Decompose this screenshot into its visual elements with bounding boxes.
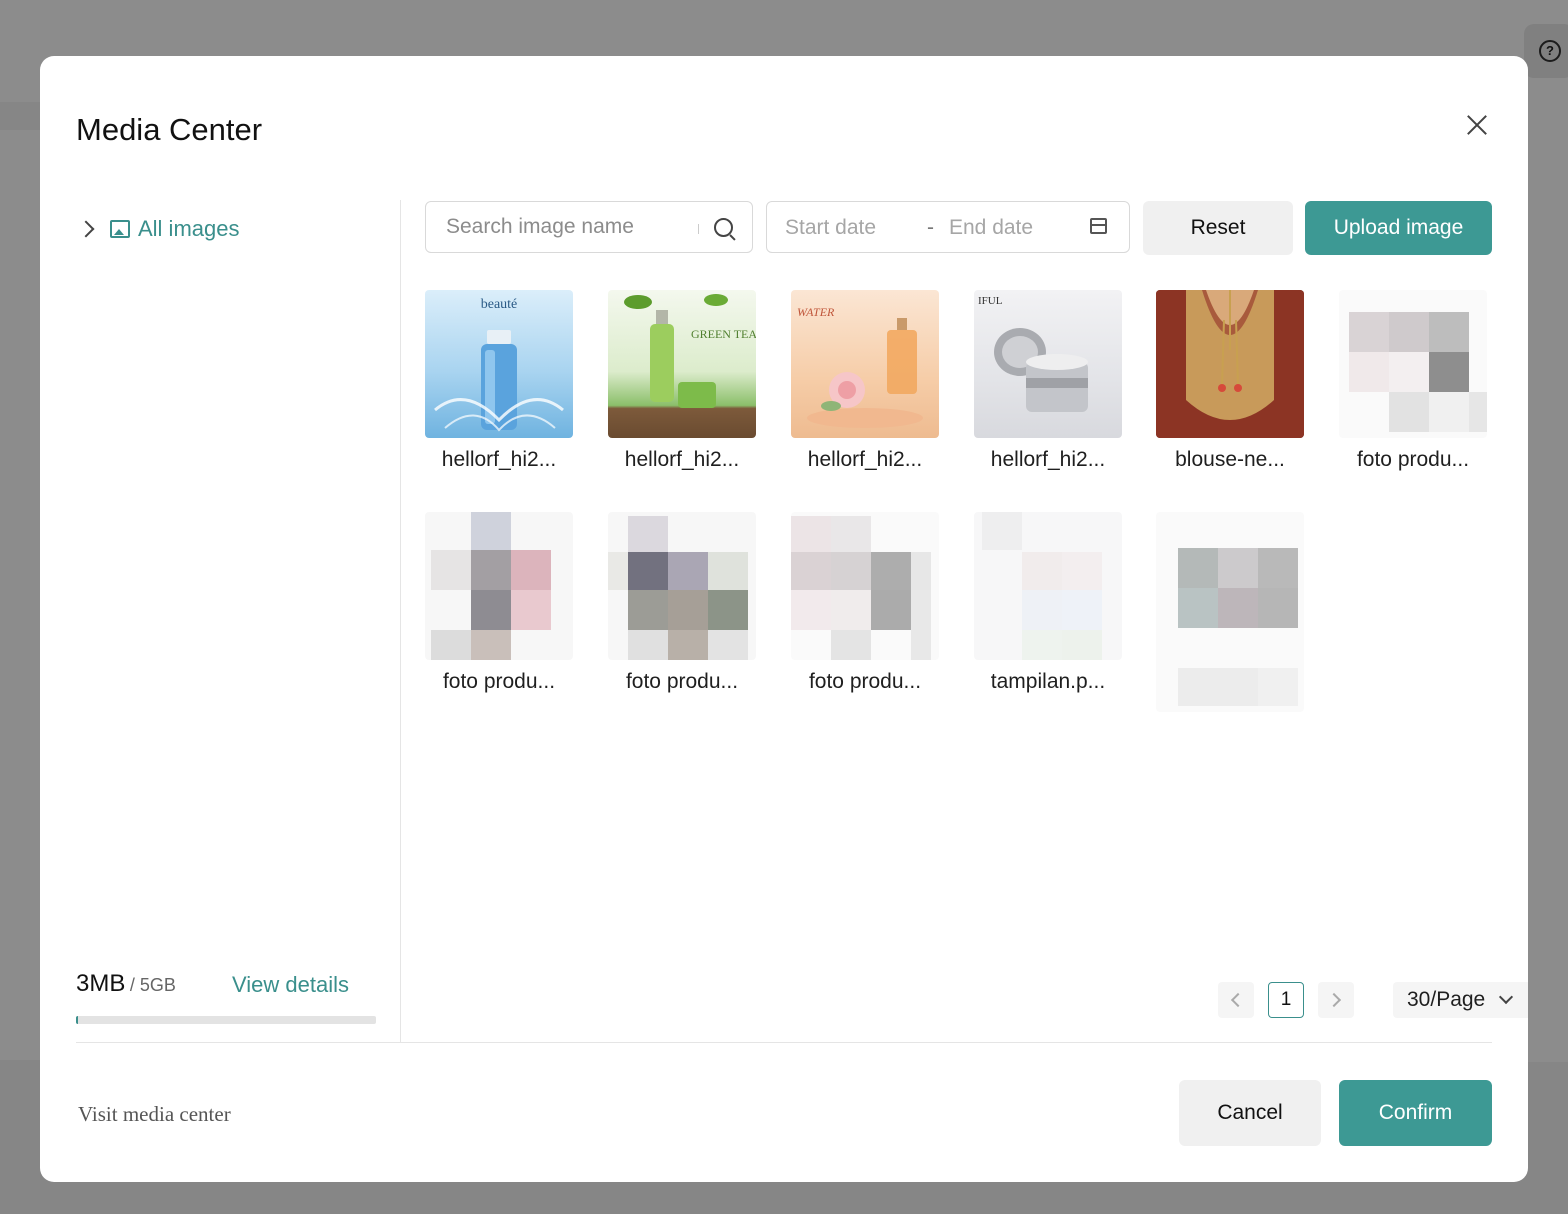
image-name: hellorf_hi2... — [441, 448, 557, 471]
search-box[interactable] — [425, 201, 753, 253]
blurred-thumbnail — [791, 516, 931, 660]
search-icon[interactable] — [714, 218, 733, 237]
media-center-modal: Media Center All images 3MB / 5GB View d… — [40, 56, 1528, 1182]
image-card[interactable] — [1156, 512, 1304, 712]
image-card[interactable]: foto produ... — [608, 512, 756, 693]
storage-progress-fill — [76, 1016, 79, 1024]
image-name: hellorf_hi2... — [624, 448, 740, 471]
blurred-thumbnail — [1349, 312, 1487, 432]
image-name: hellorf_hi2... — [807, 448, 923, 471]
sidebar-divider — [400, 200, 401, 1042]
image-card[interactable]: IFUL hellorf_hi2... — [974, 290, 1122, 471]
image-card[interactable]: foto produ... — [425, 512, 573, 693]
chevron-down-icon — [1498, 989, 1514, 1005]
image-thumbnail[interactable]: beauté — [425, 290, 573, 438]
upload-image-button[interactable]: Upload image — [1305, 201, 1492, 255]
image-thumbnail[interactable] — [608, 512, 756, 660]
image-thumbnail[interactable] — [974, 512, 1122, 660]
blouse-illustration — [1156, 290, 1304, 438]
rose-perfume-illustration: WATER — [797, 305, 923, 428]
page-size-select[interactable]: 30/Page — [1393, 982, 1528, 1018]
view-details-link[interactable]: View details — [232, 972, 349, 998]
close-icon[interactable] — [1464, 112, 1490, 138]
image-thumbnail[interactable]: IFUL — [974, 290, 1122, 438]
green-tea-illustration: GREEN TEA — [624, 294, 756, 408]
start-date-input[interactable]: Start date — [785, 216, 876, 240]
image-name: foto produ... — [808, 670, 922, 693]
confirm-button[interactable]: Confirm — [1339, 1080, 1492, 1146]
date-range-picker[interactable]: Start date - End date — [766, 201, 1130, 253]
svg-text:IFUL: IFUL — [978, 295, 1003, 307]
storage-used: 3MB — [76, 970, 126, 997]
svg-text:GREEN TEA: GREEN TEA — [691, 327, 756, 341]
image-name: foto produ... — [1356, 448, 1470, 471]
image-thumbnail[interactable] — [425, 512, 573, 660]
image-thumbnail[interactable] — [1156, 290, 1304, 438]
folder-sidebar: All images 3MB / 5GB View details — [76, 200, 400, 1042]
image-card[interactable]: foto produ... — [1339, 290, 1487, 471]
serum-bottle-illustration: beauté — [434, 297, 564, 432]
storage-total: / 5GB — [129, 975, 176, 995]
image-name: hellorf_hi2... — [990, 448, 1106, 471]
visit-media-center-link[interactable]: Visit media center — [78, 1102, 231, 1127]
image-thumbnail[interactable] — [791, 512, 939, 660]
image-card[interactable]: foto produ... — [791, 512, 939, 693]
reset-button[interactable]: Reset — [1143, 201, 1293, 255]
image-card[interactable]: tampilan.p... — [974, 512, 1122, 693]
tree-item-all-images[interactable]: All images — [76, 214, 239, 244]
image-browser: Start date - End date Reset Upload image… — [425, 200, 1528, 1042]
image-card[interactable]: WATER hellorf_hi2... — [791, 290, 939, 471]
chevron-left-icon[interactable] — [1218, 982, 1254, 1018]
image-card[interactable]: beauté hellorf_hi2... — [425, 290, 573, 471]
tree-item-label: All images — [138, 216, 240, 241]
search-separator — [698, 224, 699, 234]
svg-text:beauté: beauté — [481, 297, 518, 312]
svg-text:WATER: WATER — [797, 305, 835, 319]
image-name: foto produ... — [442, 670, 556, 693]
image-thumbnail[interactable] — [1156, 512, 1304, 712]
image-card[interactable]: blouse-ne... — [1156, 290, 1304, 471]
date-separator: - — [927, 216, 934, 239]
image-name: blouse-ne... — [1175, 448, 1285, 471]
cream-jar-illustration: IFUL — [978, 295, 1088, 412]
chevron-right-icon[interactable] — [77, 220, 95, 238]
page-number[interactable]: 1 — [1268, 982, 1304, 1018]
blurred-thumbnail — [431, 512, 551, 660]
image-thumbnail[interactable] — [1339, 290, 1487, 438]
image-icon — [110, 220, 130, 238]
modal-title: Media Center — [76, 112, 263, 147]
search-input[interactable] — [444, 214, 698, 240]
footer-divider — [76, 1042, 1492, 1043]
page-size-value: 30/Page — [1407, 988, 1486, 1011]
image-name: foto produ... — [625, 670, 739, 693]
blurred-thumbnail — [1178, 548, 1298, 706]
calendar-icon[interactable] — [1090, 218, 1107, 234]
image-card[interactable]: GREEN TEA hellorf_hi2... — [608, 290, 756, 471]
blurred-thumbnail — [608, 516, 748, 660]
chevron-right-icon[interactable] — [1318, 982, 1354, 1018]
cancel-button[interactable]: Cancel — [1179, 1080, 1321, 1146]
image-name: tampilan.p... — [990, 670, 1106, 693]
blurred-thumbnail — [982, 512, 1102, 660]
image-thumbnail[interactable]: WATER — [791, 290, 939, 438]
image-thumbnail[interactable]: GREEN TEA — [608, 290, 756, 438]
storage-progress-bar — [76, 1016, 376, 1024]
storage-usage: 3MB / 5GB View details — [76, 970, 376, 1024]
end-date-input[interactable]: End date — [949, 216, 1033, 240]
